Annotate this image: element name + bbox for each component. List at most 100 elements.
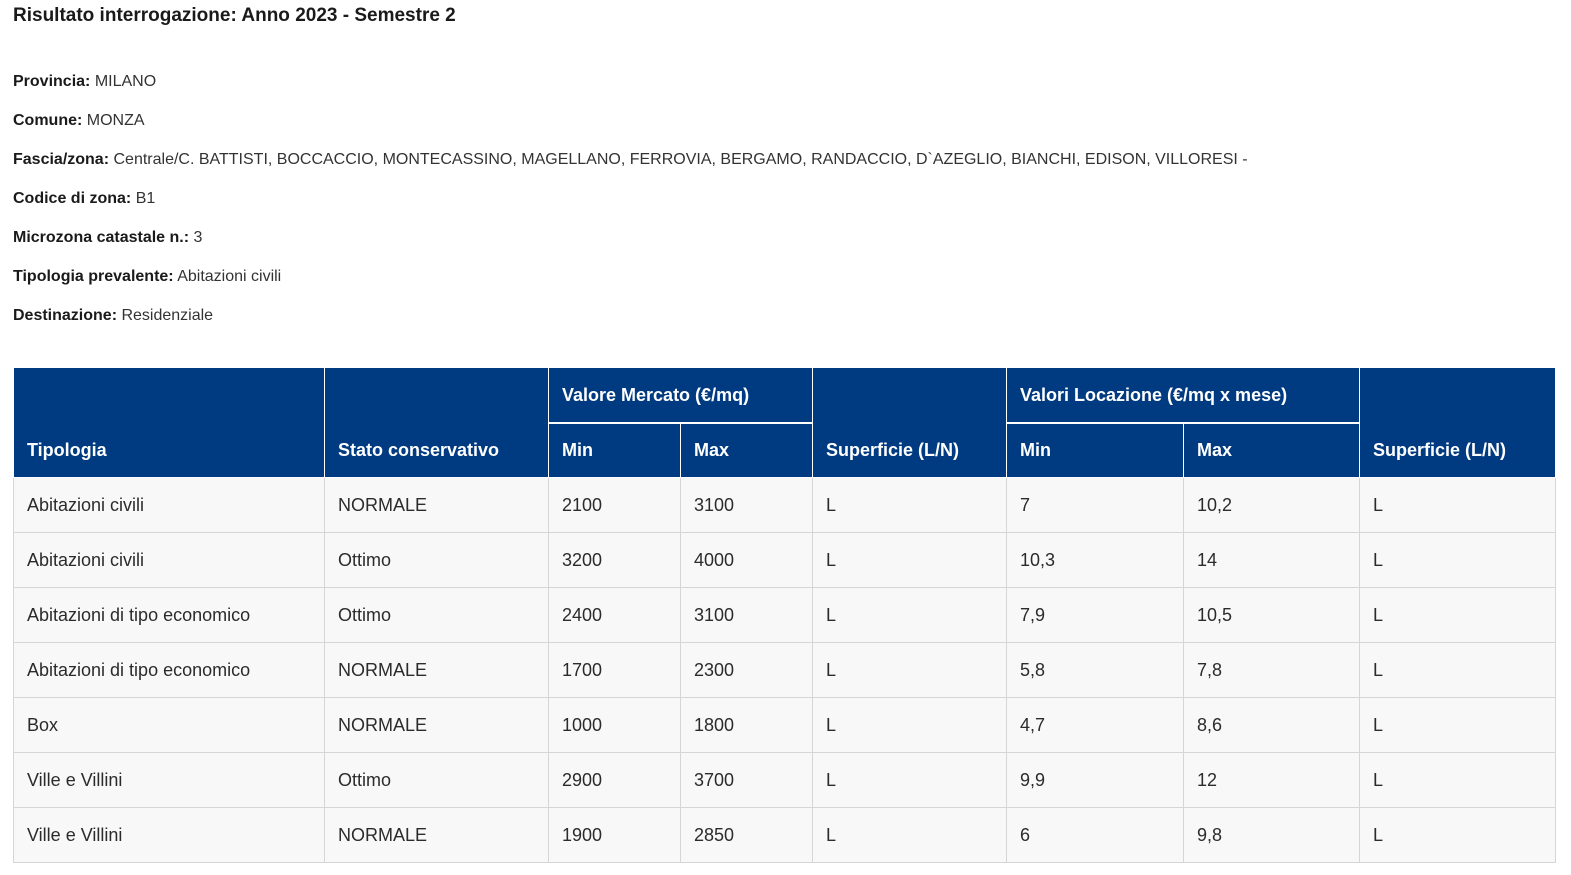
info-label: Comune: (13, 112, 83, 129)
info-value: Centrale/C. BATTISTI, BOCCACCIO, MONTECA… (113, 151, 1248, 168)
cell-vm-max: 3100 (680, 587, 813, 643)
col-header-tipologia: Tipologia (13, 367, 325, 478)
cell-vm-min: 2100 (548, 477, 681, 533)
cell-stato: NORMALE (324, 642, 549, 698)
cell-vl-min: 7 (1006, 477, 1184, 533)
info-codice-zona: Codice di zona: B1 (13, 187, 1571, 226)
cell-vl-max: 7,8 (1183, 642, 1360, 698)
cell-vm-max: 4000 (680, 532, 813, 588)
col-group-valori-locazione: Valori Locazione (€/mq x mese) (1006, 367, 1360, 424)
cell-superficie-locazione: L (1359, 532, 1556, 588)
info-label: Tipologia prevalente: (13, 268, 174, 285)
cell-vm-min: 2900 (548, 752, 681, 808)
col-header-vl-min: Min (1006, 422, 1184, 478)
cell-vl-min: 4,7 (1006, 697, 1184, 753)
page-title: Risultato interrogazione: Anno 2023 - Se… (13, 2, 1571, 30)
page-title-label: Risultato interrogazione: (13, 5, 237, 26)
col-header-superficie-mercato: Superficie (L/N) (812, 367, 1007, 478)
cell-tipologia: Abitazioni civili (13, 532, 325, 588)
info-value: 3 (193, 229, 203, 246)
cell-vl-min: 7,9 (1006, 587, 1184, 643)
cell-vl-min: 5,8 (1006, 642, 1184, 698)
cell-vm-max: 3100 (680, 477, 813, 533)
info-value: Abitazioni civili (177, 268, 282, 285)
col-group-valore-mercato: Valore Mercato (€/mq) (548, 367, 813, 424)
cell-superficie-mercato: L (812, 642, 1007, 698)
cell-superficie-locazione: L (1359, 642, 1556, 698)
cell-superficie-locazione: L (1359, 807, 1556, 863)
cell-vm-min: 1700 (548, 642, 681, 698)
cell-vm-min: 3200 (548, 532, 681, 588)
info-label: Codice di zona: (13, 190, 132, 207)
col-header-vm-min: Min (548, 422, 681, 478)
info-fascia-zona: Fascia/zona: Centrale/C. BATTISTI, BOCCA… (13, 148, 1571, 187)
cell-vm-max: 2850 (680, 807, 813, 863)
info-comune: Comune: MONZA (13, 109, 1571, 148)
table-row: Ville e Villini Ottimo 2900 3700 L 9,9 12 L (13, 752, 1556, 808)
cell-vl-max: 12 (1183, 752, 1360, 808)
cell-superficie-mercato: L (812, 752, 1007, 808)
cell-tipologia: Abitazioni di tipo economico (13, 587, 325, 643)
cell-superficie-mercato: L (812, 587, 1007, 643)
cell-superficie-mercato: L (812, 532, 1007, 588)
table-row: Abitazioni di tipo economico Ottimo 2400 31… (13, 587, 1556, 643)
cell-tipologia: Ville e Villini (13, 807, 325, 863)
info-label: Microzona catastale n.: (13, 229, 190, 246)
cell-vl-max: 14 (1183, 532, 1360, 588)
table-row: Box NORMALE 1000 1800 L 4,7 8,6 L (13, 697, 1556, 753)
cell-tipologia: Abitazioni di tipo economico (13, 642, 325, 698)
info-label: Destinazione: (13, 307, 118, 324)
cell-vm-min: 1900 (548, 807, 681, 863)
cell-vm-max: 2300 (680, 642, 813, 698)
query-info: Provincia: MILANO Comune: MONZA Fascia/z… (13, 70, 1571, 343)
cell-vm-min: 2400 (548, 587, 681, 643)
cell-tipologia: Box (13, 697, 325, 753)
cell-vl-min: 6 (1006, 807, 1184, 863)
cell-vl-min: 9,9 (1006, 752, 1184, 808)
table-body: Abitazioni civili NORMALE 2100 3100 L 7 10,2 L A… (13, 477, 1556, 863)
info-provincia: Provincia: MILANO (13, 70, 1571, 109)
cell-vl-min: 10,3 (1006, 532, 1184, 588)
info-value: B1 (135, 190, 156, 207)
cell-superficie-mercato: L (812, 807, 1007, 863)
cell-stato: Ottimo (324, 752, 549, 808)
results-table: Tipologia Stato conservativo Valore Merc… (13, 367, 1556, 863)
cell-superficie-mercato: L (812, 477, 1007, 533)
cell-vl-max: 10,2 (1183, 477, 1360, 533)
cell-superficie-mercato: L (812, 697, 1007, 753)
info-label: Provincia: (13, 73, 91, 90)
col-header-stato-conservativo: Stato conservativo (324, 367, 549, 478)
col-header-vl-max: Max (1183, 422, 1360, 478)
cell-superficie-locazione: L (1359, 697, 1556, 753)
cell-vl-max: 8,6 (1183, 697, 1360, 753)
table-row: Abitazioni civili Ottimo 3200 4000 L 10,3 14 L (13, 532, 1556, 588)
info-label: Fascia/zona: (13, 151, 110, 168)
cell-stato: NORMALE (324, 697, 549, 753)
col-header-vm-max: Max (680, 422, 813, 478)
cell-superficie-locazione: L (1359, 477, 1556, 533)
cell-tipologia: Ville e Villini (13, 752, 325, 808)
cell-tipologia: Abitazioni civili (13, 477, 325, 533)
cell-stato: NORMALE (324, 477, 549, 533)
cell-vm-min: 1000 (548, 697, 681, 753)
cell-vl-max: 9,8 (1183, 807, 1360, 863)
info-value: MILANO (94, 73, 157, 90)
col-header-superficie-locazione: Superficie (L/N) (1359, 367, 1556, 478)
results-page: Risultato interrogazione: Anno 2023 - Se… (0, 0, 1571, 863)
table-row: Abitazioni di tipo economico NORMALE 1700 2… (13, 642, 1556, 698)
info-destinazione: Destinazione: Residenziale (13, 304, 1571, 343)
cell-superficie-locazione: L (1359, 587, 1556, 643)
cell-vl-max: 10,5 (1183, 587, 1360, 643)
cell-stato: Ottimo (324, 532, 549, 588)
cell-vm-max: 1800 (680, 697, 813, 753)
page-title-value: Anno 2023 - Semestre 2 (241, 5, 456, 26)
info-tipologia-prevalente: Tipologia prevalente: Abitazioni civili (13, 265, 1571, 304)
info-microzona: Microzona catastale n.: 3 (13, 226, 1571, 265)
cell-vm-max: 3700 (680, 752, 813, 808)
cell-superficie-locazione: L (1359, 752, 1556, 808)
info-value: MONZA (86, 112, 145, 129)
info-value: Residenziale (121, 307, 214, 324)
cell-stato: Ottimo (324, 587, 549, 643)
table-row: Ville e Villini NORMALE 1900 2850 L 6 9,8 L (13, 807, 1556, 863)
table-row: Abitazioni civili NORMALE 2100 3100 L 7 10,2 L (13, 477, 1556, 533)
